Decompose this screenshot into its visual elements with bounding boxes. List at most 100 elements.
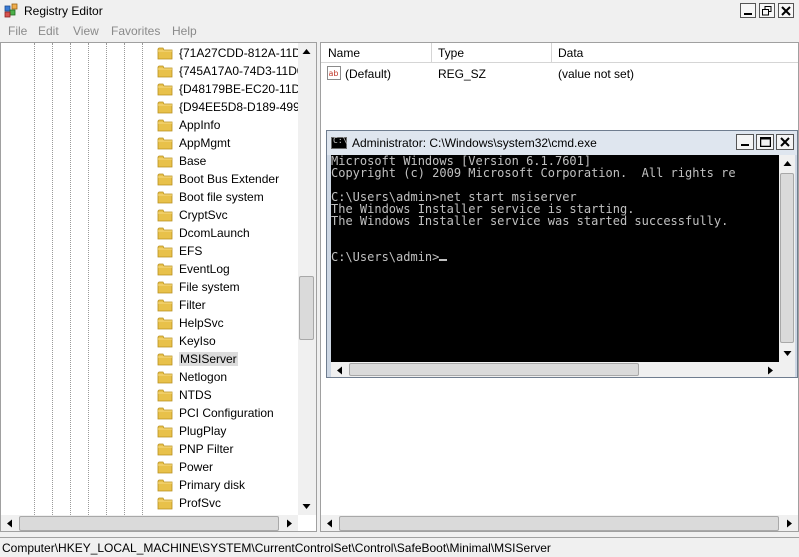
minimize-button[interactable]	[740, 3, 756, 18]
cmd-close-button[interactable]	[776, 134, 794, 150]
scroll-right-button[interactable]	[781, 515, 798, 531]
tree-node-label[interactable]: MSIServer	[179, 352, 238, 366]
tree-node-label[interactable]: File system	[179, 280, 240, 294]
tree-node-label[interactable]: PCI Configuration	[179, 406, 274, 420]
scroll-right-button[interactable]	[762, 362, 779, 377]
tree-node-label[interactable]: EFS	[179, 244, 202, 258]
tree-node[interactable]: NTDS	[155, 386, 300, 404]
cmd-hscroll-thumb[interactable]	[349, 363, 639, 376]
tree-node-label[interactable]: Primary disk	[179, 478, 245, 492]
folder-icon	[157, 478, 173, 492]
tree-node[interactable]: Netlogon	[155, 368, 300, 386]
scroll-left-button[interactable]	[1, 515, 18, 531]
tree-node-label[interactable]: PNP Filter	[179, 442, 233, 456]
tree-node-label[interactable]: AppMgmt	[179, 136, 230, 150]
tree-node-label[interactable]: Filter	[179, 298, 206, 312]
tree-node-label[interactable]: Base	[179, 154, 206, 168]
cmd-horizontal-scrollbar[interactable]	[331, 362, 779, 377]
tree-scroll-thumb[interactable]	[299, 276, 314, 340]
cmd-title-bar[interactable]: C:\ Administrator: C:\Windows\system32\c…	[327, 131, 797, 155]
value-name-cell[interactable]: (Default)	[345, 67, 391, 81]
tree-node[interactable]: KeyIso	[155, 332, 300, 350]
list-hscroll-thumb[interactable]	[339, 516, 779, 531]
cmd-maximize-button[interactable]	[756, 134, 774, 150]
cmd-minimize-button[interactable]	[736, 134, 754, 150]
tree-node-label[interactable]: PlugPlay	[179, 424, 226, 438]
folder-icon	[157, 496, 173, 510]
scroll-left-button[interactable]	[331, 362, 348, 377]
list-horizontal-scrollbar[interactable]	[321, 515, 798, 531]
tree-node[interactable]: EFS	[155, 242, 300, 260]
tree-node[interactable]: Boot Bus Extender	[155, 170, 300, 188]
column-divider[interactable]	[551, 43, 552, 63]
folder-icon	[157, 208, 173, 222]
column-header-data[interactable]: Data	[558, 46, 583, 60]
close-button[interactable]	[778, 3, 794, 18]
list-header: Name Type Data	[321, 43, 798, 63]
tree-node[interactable]: AppInfo	[155, 116, 300, 134]
column-divider[interactable]	[431, 43, 432, 63]
tree-node[interactable]: HelpSvc	[155, 314, 300, 332]
column-header-name[interactable]: Name	[328, 46, 360, 60]
tree-node[interactable]: Boot file system	[155, 188, 300, 206]
tree-node-label[interactable]: {D48179BE-EC20-11D1-	[179, 82, 300, 96]
menu-file[interactable]: File	[8, 24, 27, 38]
tree-node-label[interactable]: ProfSvc	[179, 496, 221, 510]
tree-node-label[interactable]: Power	[179, 460, 213, 474]
tree-node[interactable]: PNP Filter	[155, 440, 300, 458]
tree-node-label[interactable]: KeyIso	[179, 334, 216, 348]
console-output[interactable]: Microsoft Windows [Version 6.1.7601] Cop…	[331, 155, 779, 362]
tree-node[interactable]: DcomLaunch	[155, 224, 300, 242]
tree-node-label[interactable]: {71A27CDD-812A-11D0	[179, 46, 300, 60]
tree-node[interactable]: Primary disk	[155, 476, 300, 494]
scroll-up-button[interactable]	[298, 43, 315, 60]
tree-hscroll-thumb[interactable]	[19, 516, 279, 531]
scroll-right-button[interactable]	[281, 515, 298, 531]
tree-node[interactable]: {D94EE5D8-D189-4994-	[155, 98, 300, 116]
tree-node[interactable]: Base	[155, 152, 300, 170]
tree-node[interactable]: File system	[155, 278, 300, 296]
tree-node-label[interactable]: NTDS	[179, 388, 212, 402]
scroll-down-button[interactable]	[298, 498, 315, 515]
tree-node[interactable]: PCI Configuration	[155, 404, 300, 422]
tree-node[interactable]: {71A27CDD-812A-11D0	[155, 44, 300, 62]
scroll-up-button[interactable]	[779, 155, 795, 172]
folder-icon	[157, 316, 173, 330]
tree-vertical-scrollbar[interactable]	[298, 43, 316, 515]
folder-icon	[157, 406, 173, 420]
tree-node-label[interactable]: DcomLaunch	[179, 226, 250, 240]
tree-node-label[interactable]: EventLog	[179, 262, 230, 276]
tree-node[interactable]: EventLog	[155, 260, 300, 278]
tree-node[interactable]: ProfSvc	[155, 494, 300, 512]
tree-node-label[interactable]: CryptSvc	[179, 208, 228, 222]
tree-node-label[interactable]: {D94EE5D8-D189-4994-	[179, 100, 300, 114]
tree-node-label[interactable]: Boot file system	[179, 190, 264, 204]
folder-icon	[157, 262, 173, 276]
scroll-left-button[interactable]	[321, 515, 338, 531]
column-header-type[interactable]: Type	[438, 46, 464, 60]
tree-node-label[interactable]: Netlogon	[179, 370, 227, 384]
tree-node-label[interactable]: {745A17A0-74D3-11D0	[179, 64, 300, 78]
tree-node-label[interactable]: Boot Bus Extender	[179, 172, 279, 186]
restore-button[interactable]	[759, 3, 775, 18]
tree-node[interactable]: CryptSvc	[155, 206, 300, 224]
registry-tree[interactable]: {71A27CDD-812A-11D0 {745A17A0-74D3-11D0 {D…	[0, 42, 317, 532]
tree-node[interactable]: PlugPlay	[155, 422, 300, 440]
tree-horizontal-scrollbar[interactable]	[1, 515, 298, 531]
tree-node[interactable]: {D48179BE-EC20-11D1-	[155, 80, 300, 98]
menu-edit[interactable]: Edit	[38, 24, 59, 38]
menu-view[interactable]: View	[73, 24, 99, 38]
tree-node-label[interactable]: AppInfo	[179, 118, 220, 132]
tree-node[interactable]: MSIServer	[155, 350, 300, 368]
tree-node[interactable]: {745A17A0-74D3-11D0	[155, 62, 300, 80]
tree-node-label[interactable]: HelpSvc	[179, 316, 224, 330]
cmd-vscroll-thumb[interactable]	[780, 173, 794, 343]
tree-node[interactable]: Power	[155, 458, 300, 476]
menu-help[interactable]: Help	[172, 24, 197, 38]
cmd-vertical-scrollbar[interactable]	[779, 155, 795, 362]
cmd-window[interactable]: C:\ Administrator: C:\Windows\system32\c…	[326, 130, 798, 378]
scroll-down-button[interactable]	[779, 345, 795, 362]
tree-node[interactable]: Filter	[155, 296, 300, 314]
tree-node[interactable]: AppMgmt	[155, 134, 300, 152]
menu-favorites[interactable]: Favorites	[111, 24, 160, 38]
